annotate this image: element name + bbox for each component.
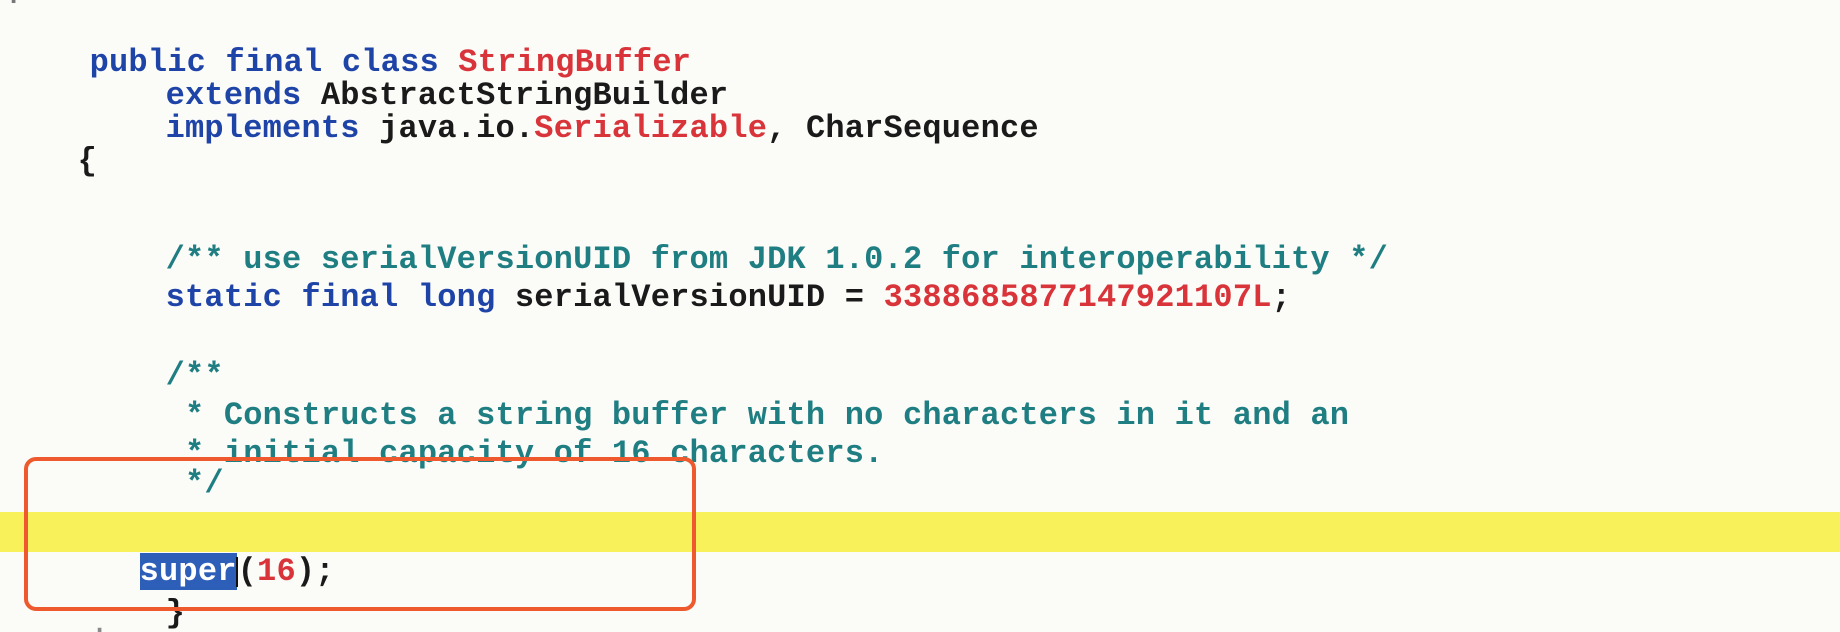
code-line-6: static final long serialVersionUID = 338…	[88, 239, 1291, 316]
code-line-4: {	[0, 103, 97, 180]
class-name: Serializable	[534, 110, 768, 147]
number-literal: 3388685877147921107L	[883, 279, 1272, 316]
annotation-highlight-box	[24, 457, 696, 611]
code-line-5: /** use serialVersionUID from JDK 1.0.2 …	[88, 201, 1388, 278]
package-name: java.io.	[379, 110, 535, 147]
partial-bottom-text: ·	[90, 612, 110, 632]
code-editor[interactable]: . public final class StringBuffer extend…	[0, 0, 1840, 632]
semicolon: ;	[1271, 279, 1292, 316]
code-line-8: * Constructs a string buffer with no cha…	[88, 357, 1349, 434]
keyword: implements	[165, 110, 380, 147]
keyword: static final long	[165, 279, 515, 316]
type-name: , CharSequence	[767, 110, 1039, 147]
brace: {	[77, 143, 98, 180]
field-name: serialVersionUID =	[514, 279, 884, 316]
code-line-3: implements java.io.Serializable, CharSeq…	[88, 70, 1039, 147]
code-line-7: /**	[88, 317, 224, 394]
